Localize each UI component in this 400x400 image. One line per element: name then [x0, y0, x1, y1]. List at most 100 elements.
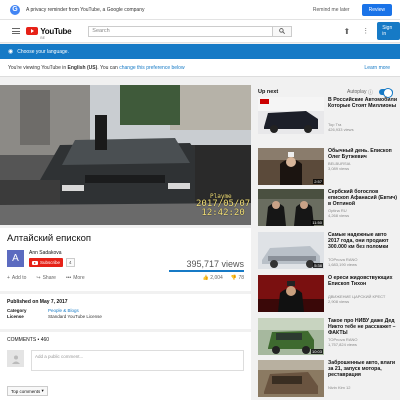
language-notice: You're viewing YouTube in English (US). …: [0, 59, 400, 77]
video-description: Published on May 7, 2017 Category People…: [0, 294, 251, 329]
category-link[interactable]: People & Blogs: [48, 308, 79, 313]
share-label: Share: [42, 275, 56, 281]
comment-count: 460: [40, 337, 50, 343]
choose-language-text: Choose your language.: [17, 48, 69, 55]
language-notice-text: You're viewing YouTube in English (US). …: [8, 65, 364, 71]
add-label: Add to: [11, 275, 27, 281]
list-item[interactable]: Заброшенные авто, влаги за 21, запуск мо…: [258, 360, 400, 400]
video-thumbnail[interactable]: 10:03: [258, 318, 324, 355]
privacy-reminder-text: A privacy reminder from YouTube, a Googl…: [26, 6, 145, 13]
list-item[interactable]: 11:50 Сербский богослов епископ Афанасий…: [258, 189, 400, 233]
player-timestamp: 2017/05/07 12:42:20: [196, 200, 250, 218]
video-title[interactable]: Заброшенные авто, влаги за 21, запуск мо…: [328, 360, 398, 378]
comments-header: COMMENTS • 460: [7, 337, 50, 343]
video-title[interactable]: О ереси жидовствующих Епископ Тихон: [328, 275, 398, 287]
like-ratio-bar: [169, 270, 244, 272]
like-button[interactable]: 👍 2,004: [203, 275, 223, 281]
view-count: 1,683,190 views: [328, 262, 357, 267]
notice-mid: . You can: [97, 64, 120, 71]
sort-comments-dropdown[interactable]: Top comments ▾: [7, 386, 48, 396]
video-duration: 11:50: [311, 220, 323, 225]
subscriber-count: 4: [66, 258, 75, 267]
comments-section: COMMENTS • 460 Add a public comment... T…: [0, 332, 251, 400]
privacy-reminder-bar: G A privacy reminder from YouTube, a Goo…: [0, 0, 400, 20]
change-preference-link[interactable]: change this preference below: [119, 65, 184, 71]
video-title[interactable]: Такое про НИВУ даже Дед Никто тебе не ра…: [328, 318, 398, 336]
video-duration: 10:03: [310, 349, 323, 354]
list-item[interactable]: 2:57 Обычный день. Епископ Олег Бутжевич…: [258, 148, 400, 192]
channel-avatar[interactable]: A: [7, 250, 24, 267]
video-thumbnail[interactable]: 5:38: [258, 232, 324, 269]
sign-in-button[interactable]: Sign in: [377, 22, 400, 40]
license-value: Standard YouTube License: [48, 314, 102, 319]
video-duration: 2:57: [313, 179, 323, 184]
thumbs-up-icon: 👍: [202, 275, 209, 281]
menu-icon[interactable]: [12, 28, 21, 34]
publish-date: Published on May 7, 2017: [7, 299, 68, 305]
review-button[interactable]: Review: [361, 3, 392, 16]
notice-lang: English (US): [67, 64, 98, 71]
video-title[interactable]: Самые надежные авто 2017 года, они прода…: [328, 232, 398, 250]
comment-input[interactable]: Add a public comment...: [31, 350, 244, 371]
license-label: License: [7, 314, 24, 319]
video-thumbnail[interactable]: [258, 275, 324, 312]
overlay-time: 12:42:20: [201, 208, 245, 218]
sort-label: Top comments: [11, 388, 41, 394]
user-avatar-icon: [7, 350, 24, 367]
more-label: More: [73, 275, 85, 281]
add-to-button[interactable]: + Add to: [7, 275, 26, 281]
masthead: YouTube BE Search ⬆ ⋮ Sign in: [0, 20, 400, 43]
plus-icon: +: [7, 275, 10, 281]
view-count: 2,908 views: [328, 299, 350, 304]
youtube-play-icon: [26, 27, 39, 35]
info-icon[interactable]: ⓘ: [368, 89, 373, 96]
video-title: Алтайский епископ: [7, 233, 92, 244]
search-button[interactable]: [272, 25, 292, 37]
share-icon: ↪: [36, 275, 41, 281]
channel-name: Nivin Kim 12: [328, 385, 351, 390]
video-thumbnail[interactable]: 2:57: [258, 148, 324, 185]
list-item[interactable]: 10:03 Такое про НИВУ даже Дед Никто тебе…: [258, 318, 400, 362]
search-input[interactable]: Search: [88, 25, 273, 37]
region-code: BE: [40, 35, 46, 40]
autoplay-label: Autoplay: [347, 89, 367, 95]
search-icon: [278, 28, 285, 34]
channel-name[interactable]: Ann Sadakova: [29, 250, 62, 256]
video-thumbnail[interactable]: [258, 360, 324, 397]
remind-later-link[interactable]: Remind me later: [313, 7, 350, 13]
dislike-button[interactable]: 👎 78: [231, 275, 244, 281]
learn-more-link[interactable]: Learn more: [364, 65, 390, 71]
youtube-logo[interactable]: YouTube BE: [26, 26, 72, 40]
more-button[interactable]: ••• More: [66, 275, 85, 281]
list-item[interactable]: В Российские Автомобили Которые Стоят Ми…: [258, 97, 400, 141]
globe-icon: ◉: [8, 49, 14, 55]
video-thumbnail[interactable]: [258, 97, 324, 134]
dislike-count: 78: [238, 275, 244, 281]
video-title[interactable]: Обычный день. Епископ Олег Бутжевич: [328, 148, 398, 160]
view-count: 395,717 views: [186, 259, 244, 269]
view-count: 1,757,824 views: [328, 342, 357, 347]
more-icon: •••: [65, 275, 72, 281]
view-count: 4,268 views: [328, 213, 350, 218]
video-thumbnail[interactable]: 11:50: [258, 189, 324, 226]
more-options-icon[interactable]: ⋮: [362, 27, 369, 35]
video-title[interactable]: В Российские Автомобили Которые Стоят Ми…: [328, 97, 398, 109]
up-next-heading: Up next: [258, 89, 279, 95]
list-item[interactable]: 5:38 Самые надежные авто 2017 года, они …: [258, 232, 400, 276]
share-button[interactable]: ↪ Share: [36, 275, 56, 281]
view-count: 426,933 views: [328, 127, 354, 132]
autoplay-toggle[interactable]: [379, 88, 393, 98]
list-item[interactable]: О ереси жидовствующих Епископ Тихон ДВИЖ…: [258, 275, 400, 319]
search-placeholder: Search: [92, 28, 110, 34]
upload-icon[interactable]: ⬆: [344, 27, 351, 36]
thumbs-down-icon: 👎: [230, 275, 238, 281]
video-actions: + Add to ↪ Share ••• More: [7, 275, 85, 281]
person-icon: [11, 355, 20, 364]
video-title[interactable]: Сербский богослов епископ Афанасий (Евти…: [328, 189, 398, 207]
notice-prefix: You're viewing YouTube in: [8, 64, 68, 71]
comments-label: COMMENTS: [7, 337, 37, 343]
subscribe-button[interactable]: Subscribe: [29, 258, 64, 267]
logo-text: YouTube: [40, 26, 72, 36]
view-count: 3,089 views: [328, 166, 350, 171]
google-logo-icon: G: [10, 4, 20, 15]
